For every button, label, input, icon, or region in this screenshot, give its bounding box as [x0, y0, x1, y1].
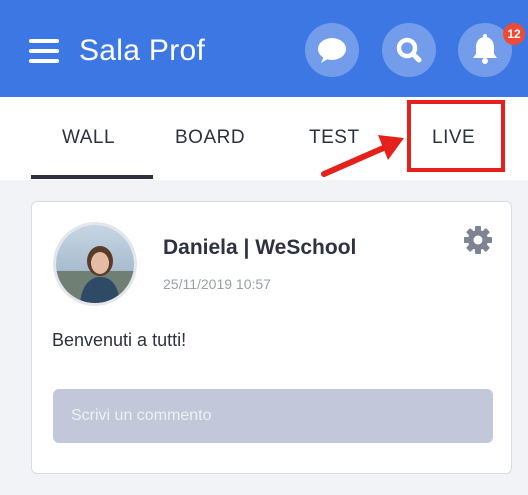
avatar[interactable]: [53, 222, 137, 306]
app-header: Sala Prof: [0, 0, 528, 97]
post-text: Benvenuti a tutti!: [52, 330, 187, 350]
notification-badge: 12: [503, 23, 525, 45]
active-tab-indicator: [31, 175, 153, 179]
page-title: Sala Prof: [79, 34, 206, 67]
live-tab-highlight-box: [407, 100, 505, 172]
post-author[interactable]: Daniela | WeSchool: [163, 236, 356, 260]
tab-wall[interactable]: WALL: [62, 127, 115, 149]
chat-button[interactable]: [305, 23, 359, 77]
tab-board[interactable]: BOARD: [175, 127, 245, 149]
search-icon: [396, 37, 422, 63]
red-arrow-icon: [321, 135, 404, 177]
post-timestamp: 25/11/2019 10:57: [163, 276, 271, 292]
menu-icon[interactable]: [29, 39, 59, 63]
chat-icon: [318, 38, 346, 63]
search-button[interactable]: [382, 23, 436, 77]
gear-icon[interactable]: [463, 225, 493, 255]
comment-input[interactable]: [53, 389, 493, 443]
